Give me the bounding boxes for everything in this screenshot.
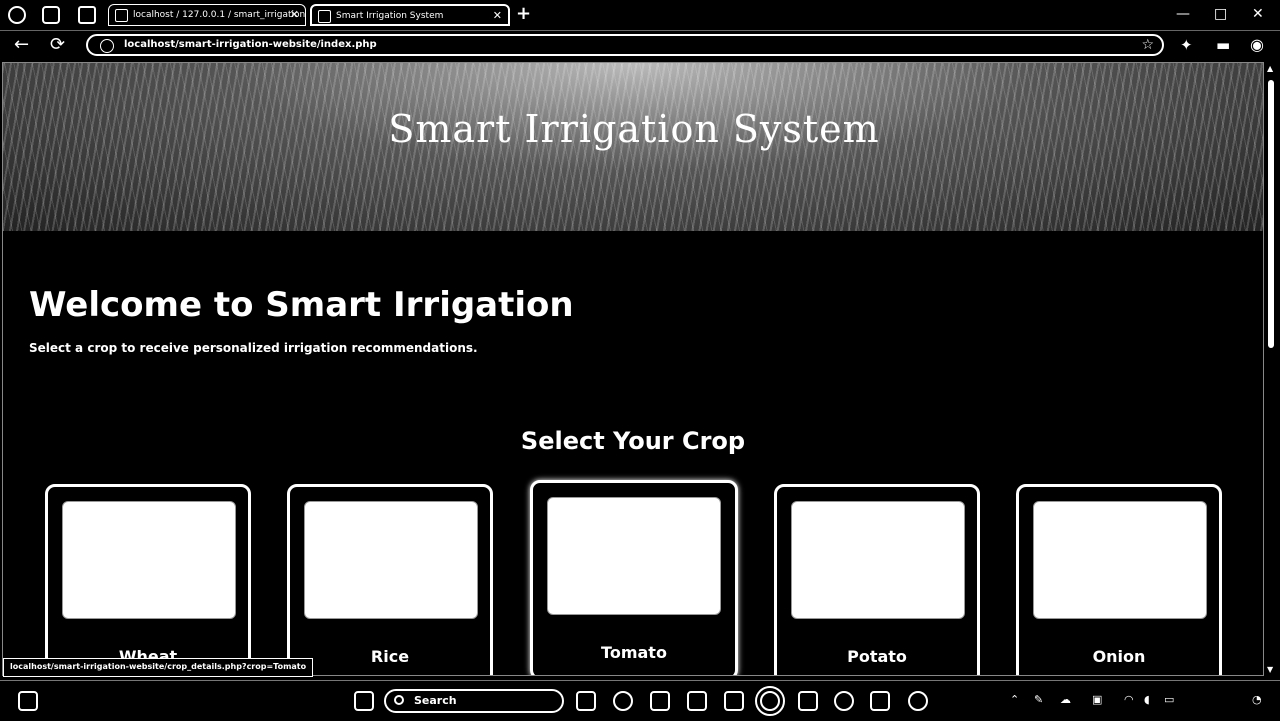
crop-image (547, 497, 721, 615)
start-menu-icon[interactable] (354, 691, 374, 711)
scroll-up-icon[interactable]: ▲ (1267, 64, 1273, 73)
workspaces-icon[interactable] (42, 6, 60, 24)
link-preview-status: localhost/smart-irrigation-website/crop_… (3, 658, 314, 677)
vscode-icon[interactable] (798, 691, 818, 711)
network-status-icon[interactable]: ▣ (1092, 693, 1102, 707)
tab-actions-icon[interactable] (78, 6, 96, 24)
crop-image (1033, 501, 1207, 619)
battery-icon[interactable]: ▭ (1164, 693, 1174, 707)
address-bar-row: ← ⟳ localhost/smart-irrigation-website/i… (0, 31, 1280, 60)
notifications-bell-icon[interactable]: ◔ (1252, 693, 1262, 707)
task-view-icon[interactable] (576, 691, 596, 711)
tab-smart-irrigation[interactable]: Smart Irrigation System ✕ (310, 4, 510, 26)
edge-browser-icon[interactable] (755, 686, 785, 716)
tab-close-icon[interactable]: ✕ (290, 5, 299, 25)
pen-icon[interactable]: ✎ (1034, 693, 1043, 707)
onedrive-icon[interactable]: ☁ (1060, 693, 1071, 707)
url-text[interactable]: localhost/smart-irrigation-website/index… (124, 36, 377, 54)
search-placeholder: Search (414, 694, 457, 707)
url-input[interactable]: localhost/smart-irrigation-website/index… (86, 34, 1164, 56)
scrollbar-thumb[interactable] (1268, 80, 1274, 348)
wifi-icon[interactable]: ◠ (1124, 693, 1134, 707)
camera-icon[interactable] (724, 691, 744, 711)
crop-card-rice[interactable]: Rice (287, 484, 493, 675)
terminal-icon[interactable] (870, 691, 890, 711)
crop-card-onion[interactable]: Onion (1016, 484, 1222, 675)
crop-name: Potato (847, 647, 907, 666)
crop-image (62, 501, 236, 619)
tab-label: localhost / 127.0.0.1 / smart_irrigation… (133, 10, 306, 20)
crop-card-tomato[interactable]: Tomato (530, 480, 738, 675)
page-favicon-icon (318, 10, 331, 23)
phpmyadmin-favicon-icon (115, 9, 128, 22)
taskbar-search-input[interactable]: Search (384, 689, 564, 713)
refresh-icon[interactable]: ⟳ (50, 35, 65, 55)
maximize-button[interactable]: □ (1214, 5, 1227, 23)
minimize-button[interactable]: — (1176, 5, 1190, 23)
hero-banner: Smart Irrigation System (3, 63, 1263, 231)
tab-close-icon[interactable]: ✕ (493, 6, 502, 24)
scroll-down-icon[interactable]: ▼ (1267, 665, 1273, 674)
welcome-title: Welcome to Smart Irrigation (29, 285, 574, 325)
crop-image (304, 501, 478, 619)
taskbar: Search ⌃ ✎ ☁ ▣ ◠ ◖ ▭ ◔ (0, 680, 1280, 721)
collections-icon[interactable]: ▬ (1216, 35, 1230, 55)
app-icon[interactable] (908, 691, 928, 711)
browser-tab-strip: localhost / 127.0.0.1 / smart_irrigation… (0, 0, 1280, 31)
hero-title: Smart Irrigation System (388, 107, 880, 151)
crop-name: Rice (370, 647, 410, 666)
file-explorer-icon[interactable] (687, 691, 707, 711)
favorite-star-icon[interactable]: ☆ (1141, 36, 1154, 54)
media-player-icon[interactable] (834, 691, 854, 711)
crop-name: Onion (1092, 647, 1146, 666)
welcome-subtitle: Select a crop to receive personalized ir… (29, 341, 478, 355)
tab-phpmyadmin[interactable]: localhost / 127.0.0.1 / smart_irrigation… (108, 4, 306, 26)
widgets-icon[interactable] (18, 691, 38, 711)
store-icon[interactable] (650, 691, 670, 711)
copilot-icon[interactable]: ◉ (1250, 35, 1264, 55)
crop-section-title: Select Your Crop (520, 427, 746, 455)
chrome-icon[interactable] (613, 691, 633, 711)
search-icon (394, 695, 404, 705)
tab-label: Smart Irrigation System (336, 11, 444, 21)
page-viewport: Smart Irrigation System Welcome to Smart… (2, 62, 1264, 676)
crop-name: Tomato (601, 643, 667, 662)
crop-image (791, 501, 965, 619)
back-arrow-icon[interactable]: ← (14, 35, 29, 55)
extensions-icon[interactable]: ✦ (1180, 35, 1193, 55)
crop-card-wheat[interactable]: Wheat (45, 484, 251, 675)
profile-icon[interactable] (8, 6, 26, 24)
page-scrollbar[interactable]: ▲ ▼ (1265, 62, 1277, 676)
close-window-button[interactable]: ✕ (1252, 5, 1264, 23)
tray-overflow-icon[interactable]: ⌃ (1010, 693, 1019, 707)
site-info-icon[interactable] (100, 39, 114, 53)
volume-icon[interactable]: ◖ (1144, 693, 1150, 707)
crop-card-potato[interactable]: Potato (774, 484, 980, 675)
new-tab-button[interactable]: + (516, 4, 531, 24)
